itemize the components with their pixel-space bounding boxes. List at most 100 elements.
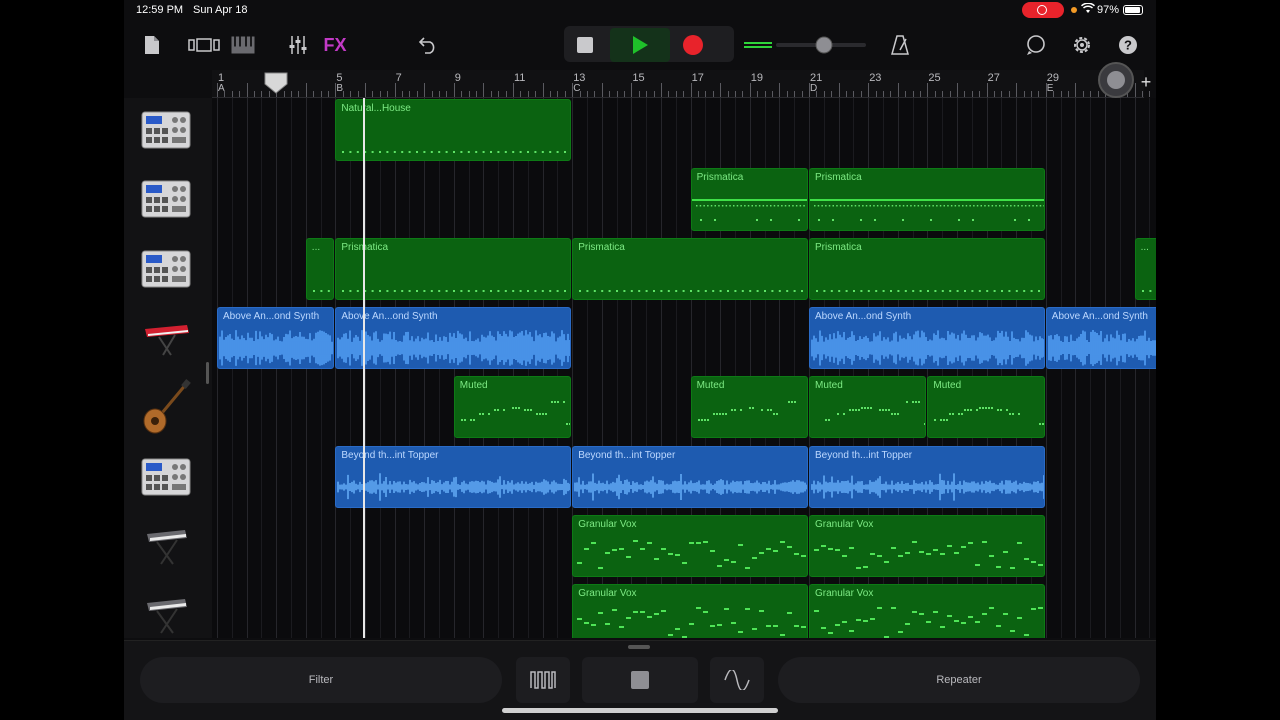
track-region[interactable]: Muted [927,376,1045,439]
ruler-tick [1075,83,1077,97]
my-songs-icon[interactable] [140,28,164,62]
ruler-tick [905,91,907,97]
ruler-section-letter: B [336,83,344,94]
track-header[interactable] [124,375,208,444]
repeater-control[interactable]: Repeater [778,657,1140,703]
track-region[interactable]: Granular Vox [809,514,1045,578]
track-header[interactable] [124,237,208,306]
browser-view-icon[interactable] [186,28,222,62]
track-region[interactable]: Muted [453,376,572,439]
track-region[interactable]: ... [1134,237,1156,300]
ruler-tick [498,91,500,97]
ruler-tick [305,83,307,97]
ruler-tick [328,91,329,97]
ruler-tick [505,91,507,97]
track-region[interactable]: Beyond th...int Topper [572,445,808,508]
ruler-tick [350,91,352,97]
ruler-tick [794,91,796,97]
playhead-handle-icon[interactable] [264,72,288,94]
filter-control[interactable]: Filter [140,657,502,703]
track-region[interactable]: Beyond th...int Topper [809,445,1045,508]
ruler-tick [1134,83,1136,97]
ruler-tick [764,91,766,97]
loop-browser-icon[interactable] [1024,28,1048,62]
track-region[interactable]: Above An...ond Synth [335,306,572,370]
region-name: Above An...ond Synth [815,310,912,322]
filter-label: Filter [308,674,334,686]
stop-fx-button[interactable] [582,657,698,703]
track-header-resize-handle[interactable] [206,362,209,384]
metronome-icon[interactable] [888,28,912,62]
fx-button[interactable]: FX [320,28,350,62]
scroll-knob[interactable] [1098,62,1134,98]
track-header[interactable] [124,445,208,514]
track-region[interactable]: Above An...ond Synth [1045,306,1156,370]
ruler-tick [1031,91,1032,97]
stop-button[interactable] [572,28,598,62]
track-region[interactable]: Above An...ond Synth [217,306,335,370]
track-region[interactable]: Prismatica [809,237,1045,300]
piano-icon[interactable] [230,28,256,62]
region-name: Prismatica [815,241,862,253]
ruler-bar-number: 25 [928,72,941,84]
ruler-bar-number: 7 [395,72,402,84]
track-region[interactable]: Prismatica [572,237,808,300]
wave-button[interactable] [710,657,764,703]
track-region[interactable]: Muted [809,376,927,439]
track-region[interactable]: Prismatica [335,237,572,300]
track-region[interactable]: Granular Vox [572,584,808,638]
panel-grabber[interactable] [628,645,650,649]
undo-icon[interactable] [416,28,440,62]
track-region[interactable]: Prismatica [809,168,1045,231]
timeline-ruler[interactable]: 135791113151719212325272931ABCDE [212,70,1151,98]
master-volume-slider[interactable] [742,28,868,62]
ruler-tick [1023,91,1025,97]
keyboard-stand-icon [141,524,191,573]
ruler-tick [527,91,529,97]
track-region[interactable]: Above An...ond Synth [809,306,1045,370]
ruler-tick [542,83,544,97]
ruler-tick [439,91,440,97]
ruler-section-letter: A [218,83,225,94]
ruler-tick [668,91,670,97]
ruler-tick [291,91,292,97]
ruler-tick [468,91,470,97]
ruler-tick [986,83,988,97]
region-name: Prismatica [696,172,744,184]
help-icon[interactable]: ? [1116,28,1140,62]
region-name: Muted [933,380,962,392]
ruler-tick [838,83,840,97]
ruler-tick [927,83,929,97]
track-region[interactable]: Prismatica [690,168,808,231]
ruler-bar-number: 11 [514,72,526,84]
track-region[interactable]: ... [305,237,335,300]
region-name: Muted [815,380,843,392]
settings-gear-icon[interactable] [1070,28,1094,62]
track-header[interactable] [124,514,208,583]
ruler-tick [1038,91,1040,97]
track-header[interactable] [124,306,208,375]
keyboard-synth-icon [141,317,191,364]
track-region[interactable]: Granular Vox [572,514,808,578]
tracks-area[interactable]: Natural...House Prismatica Prismatica... Pr… [212,98,1156,638]
ruler-tick [1082,91,1084,97]
track-region[interactable]: Natural...House [335,99,572,162]
track-region[interactable]: Granular Vox [809,584,1045,638]
record-button[interactable] [680,28,706,62]
gate-pattern-button[interactable] [516,657,570,703]
ruler-bar-number: 17 [691,72,704,84]
track-region[interactable]: Muted [690,376,808,439]
ruler-tick [705,91,707,97]
track-header[interactable] [124,98,208,167]
ruler-tick [994,91,995,97]
add-section-button[interactable]: + [1137,72,1155,93]
mixer-icon[interactable] [286,28,310,62]
ruler-bar-number: 15 [632,72,645,84]
track-header[interactable] [124,167,208,236]
track-region[interactable]: Beyond th...int Topper [335,445,572,508]
track-headers [124,98,212,638]
ruler-tick [535,91,537,97]
ruler-tick [231,91,233,97]
ruler-tick [875,91,877,97]
play-button[interactable] [610,28,670,62]
